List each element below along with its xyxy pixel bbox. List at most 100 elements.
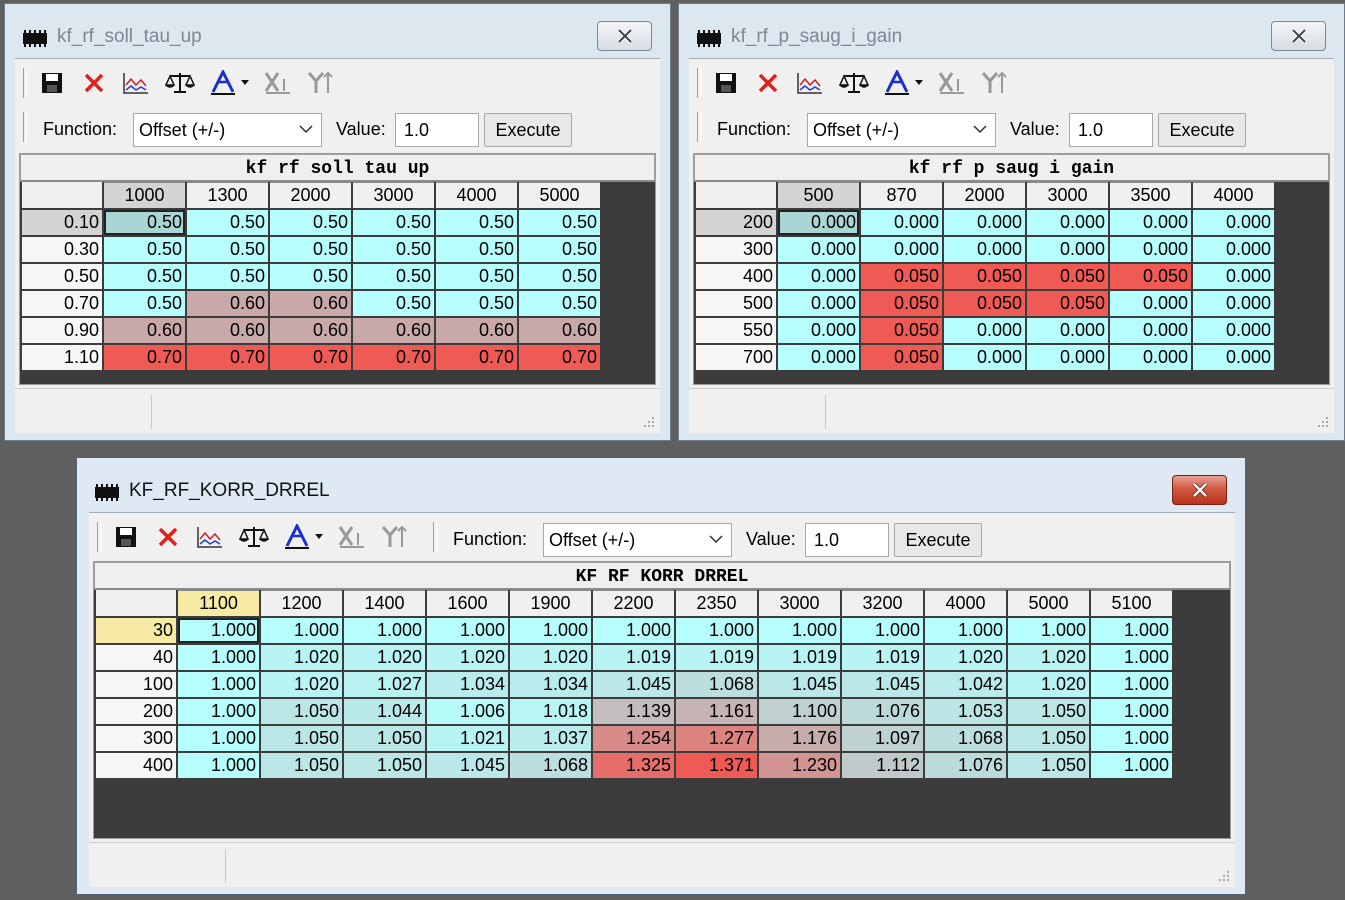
map-cell[interactable]: 0.50: [270, 210, 351, 235]
row-header[interactable]: 0.50: [22, 264, 102, 289]
map-cell[interactable]: 0.50: [519, 264, 600, 289]
map-cell[interactable]: 1.050: [261, 753, 342, 778]
map-cell[interactable]: 1.050: [261, 726, 342, 751]
column-header[interactable]: 1100: [178, 590, 259, 616]
map-cell[interactable]: 0.000: [944, 318, 1025, 343]
map-cell[interactable]: 1.045: [842, 672, 923, 697]
map-cell[interactable]: 1.050: [1008, 753, 1089, 778]
row-header[interactable]: 30: [96, 618, 176, 643]
column-header[interactable]: 2000: [944, 182, 1025, 208]
map-cell[interactable]: 1.097: [842, 726, 923, 751]
column-header[interactable]: 1300: [187, 182, 268, 208]
title-bar[interactable]: kf_rf_p_saug_i_gain: [679, 4, 1344, 58]
value-input[interactable]: [1069, 113, 1153, 147]
map-cell[interactable]: 0.000: [944, 345, 1025, 370]
column-header[interactable]: 1000: [104, 182, 185, 208]
window-kf-rf-soll-tau-up[interactable]: kf_rf_soll_tau_up Function: Offset (+/-)…: [4, 3, 671, 441]
function-select[interactable]: Offset (+/-): [543, 523, 732, 557]
discard-button[interactable]: [753, 68, 783, 98]
axis-button[interactable]: [883, 68, 929, 98]
graph-button[interactable]: [795, 68, 825, 98]
row-header[interactable]: 400: [96, 753, 176, 778]
map-cell[interactable]: 1.000: [344, 618, 425, 643]
compare-button[interactable]: [165, 68, 195, 98]
map-cell[interactable]: 0.50: [187, 237, 268, 262]
map-cell[interactable]: 1.042: [925, 672, 1006, 697]
map-cell[interactable]: 0.60: [104, 318, 185, 343]
map-cell[interactable]: 1.050: [344, 753, 425, 778]
map-cell[interactable]: 0.000: [778, 237, 859, 262]
map-cell[interactable]: 0.50: [436, 210, 517, 235]
map-cell[interactable]: 1.000: [261, 618, 342, 643]
map-cell[interactable]: 0.050: [861, 345, 942, 370]
column-header[interactable]: 3000: [353, 182, 434, 208]
save-button[interactable]: [37, 68, 67, 98]
map-cell[interactable]: 1.050: [1008, 699, 1089, 724]
map-cell[interactable]: 1.000: [842, 618, 923, 643]
discard-button[interactable]: [153, 522, 183, 552]
map-cell[interactable]: 0.50: [270, 264, 351, 289]
map-cell[interactable]: 1.371: [676, 753, 757, 778]
map-cell[interactable]: 1.045: [759, 672, 840, 697]
map-cell[interactable]: 0.050: [1110, 264, 1191, 289]
window-kf-rf-p-saug-i-gain[interactable]: kf_rf_p_saug_i_gain Function: Offset (+/…: [678, 3, 1345, 441]
value-input[interactable]: [805, 523, 889, 557]
map-cell[interactable]: 0.000: [778, 210, 859, 235]
axis-x-button[interactable]: [337, 522, 367, 552]
compare-button[interactable]: [239, 522, 269, 552]
map-cell[interactable]: 1.112: [842, 753, 923, 778]
execute-button[interactable]: Execute: [484, 113, 572, 147]
function-select[interactable]: Offset (+/-): [133, 113, 322, 147]
map-cell[interactable]: 0.50: [353, 237, 434, 262]
map-cell[interactable]: 1.000: [1091, 672, 1172, 697]
column-header[interactable]: 2000: [270, 182, 351, 208]
map-cell[interactable]: 0.000: [1110, 237, 1191, 262]
row-header[interactable]: 40: [96, 645, 176, 670]
map-cell[interactable]: 1.000: [178, 726, 259, 751]
map-cell[interactable]: 1.000: [925, 618, 1006, 643]
map-cell[interactable]: 1.021: [427, 726, 508, 751]
execute-button[interactable]: Execute: [894, 523, 982, 557]
column-header[interactable]: 3200: [842, 590, 923, 616]
map-cell[interactable]: 0.50: [436, 264, 517, 289]
map-cell[interactable]: 0.60: [436, 318, 517, 343]
map-cell[interactable]: 1.000: [1091, 726, 1172, 751]
map-cell[interactable]: 1.000: [1091, 618, 1172, 643]
map-cell[interactable]: 0.000: [778, 318, 859, 343]
map-cell[interactable]: 0.000: [778, 345, 859, 370]
map-cell[interactable]: 1.000: [1091, 699, 1172, 724]
close-button[interactable]: [597, 21, 652, 51]
map-cell[interactable]: 0.50: [104, 210, 185, 235]
column-header[interactable]: 3000: [1027, 182, 1108, 208]
column-header[interactable]: 4000: [1193, 182, 1274, 208]
map-cell[interactable]: 1.045: [593, 672, 674, 697]
map-cell[interactable]: 1.000: [510, 618, 591, 643]
map-cell[interactable]: 0.000: [778, 264, 859, 289]
map-cell[interactable]: 1.000: [427, 618, 508, 643]
map-cell[interactable]: 1.050: [344, 726, 425, 751]
map-cell[interactable]: 1.020: [427, 645, 508, 670]
map-cell[interactable]: 1.139: [593, 699, 674, 724]
map-cell[interactable]: 0.60: [353, 318, 434, 343]
map-cell[interactable]: 0.000: [1027, 318, 1108, 343]
map-cell[interactable]: 1.020: [261, 645, 342, 670]
map-cell[interactable]: 0.50: [436, 237, 517, 262]
map-cell[interactable]: 1.254: [593, 726, 674, 751]
row-header[interactable]: 400: [696, 264, 776, 289]
map-cell[interactable]: 0.60: [187, 291, 268, 316]
map-cell[interactable]: 1.019: [593, 645, 674, 670]
map-cell[interactable]: 0.000: [1193, 291, 1274, 316]
map-cell[interactable]: 0.70: [353, 345, 434, 370]
axis-button[interactable]: [283, 522, 329, 552]
column-header[interactable]: 5000: [519, 182, 600, 208]
map-cell[interactable]: 1.018: [510, 699, 591, 724]
map-cell[interactable]: 0.50: [353, 210, 434, 235]
row-header[interactable]: 0.70: [22, 291, 102, 316]
map-cell[interactable]: 1.000: [178, 753, 259, 778]
close-button[interactable]: [1172, 475, 1227, 505]
map-cell[interactable]: 0.000: [944, 237, 1025, 262]
row-header[interactable]: 200: [96, 699, 176, 724]
map-cell[interactable]: 0.60: [270, 318, 351, 343]
map-cell[interactable]: 1.027: [344, 672, 425, 697]
save-button[interactable]: [111, 522, 141, 552]
